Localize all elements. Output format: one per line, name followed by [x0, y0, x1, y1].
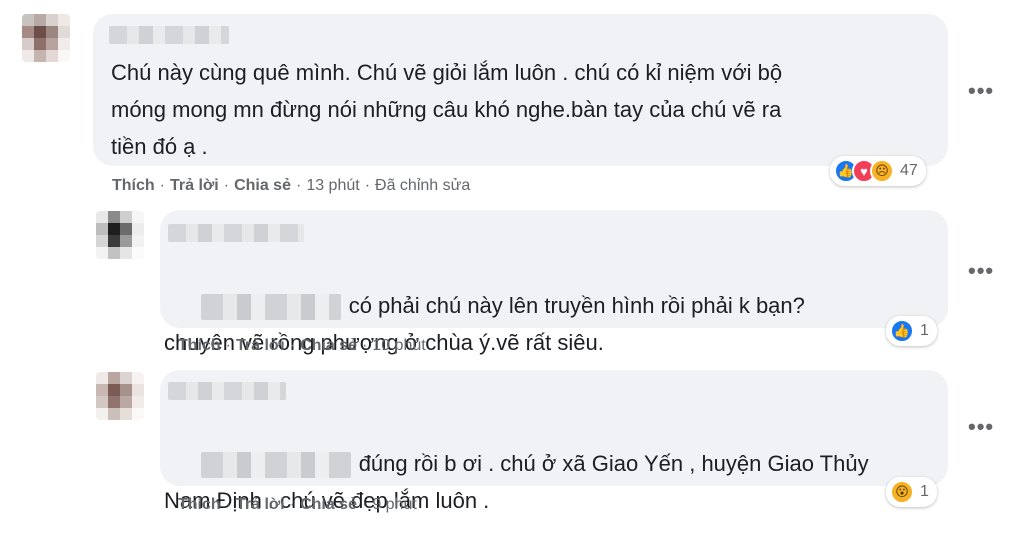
avatar[interactable]	[96, 211, 144, 259]
reaction-summary[interactable]: 👍 1	[886, 316, 937, 346]
wow-icon: 😮	[890, 480, 914, 504]
share-button[interactable]: Chia sẻ	[234, 177, 291, 194]
mention-tag[interactable]	[200, 294, 341, 321]
comment-actions: Thích · Trả lời · Chia sẻ · 13 phút · Đã chỉnh s…	[112, 177, 471, 194]
comment-text: đúng rồi b ơi . chú ở xã Giao Yến , huyệ…	[164, 408, 934, 556]
reply-button[interactable]: Trả lời	[236, 337, 285, 354]
like-button[interactable]: Thích	[112, 177, 155, 194]
like-button[interactable]: Thích	[178, 496, 221, 513]
more-options-icon[interactable]: •••	[968, 258, 994, 284]
comment-bubble: đúng rồi b ơi . chú ở xã Giao Yến , huyệ…	[160, 370, 948, 513]
avatar[interactable]	[22, 14, 70, 62]
author-name[interactable]	[168, 382, 286, 400]
share-button[interactable]: Chia sẻ	[300, 337, 357, 354]
reaction-count: 47	[900, 162, 918, 179]
more-options-icon[interactable]: •••	[968, 414, 994, 440]
comment-bubble: Chú này cùng quê mình. Chú vẽ giỏi lắm l…	[93, 14, 948, 166]
like-icon: 👍	[890, 319, 914, 343]
reaction-summary[interactable]: 👍 ♥ ☹ 47	[830, 156, 926, 186]
comment-actions: Thích · Trả lời · Chia sẻ · 9 phút	[178, 496, 417, 513]
comment-text: Chú này cùng quê mình. Chú vẽ giỏi lắm l…	[111, 60, 783, 159]
comment-actions: Thích · Trả lời · Chia sẻ · 10 phút	[178, 337, 426, 354]
reaction-summary[interactable]: 😮 1	[886, 477, 937, 507]
mention-tag[interactable]	[200, 452, 351, 479]
share-button[interactable]: Chia sẻ	[300, 496, 357, 513]
reply-button[interactable]: Trả lời	[170, 177, 219, 194]
timestamp[interactable]: 10 phút	[372, 337, 425, 354]
reply-button[interactable]: Trả lời	[236, 496, 285, 513]
sad-icon: ☹	[870, 159, 894, 183]
reaction-count: 1	[920, 483, 929, 500]
timestamp[interactable]: 9 phút	[372, 496, 416, 513]
author-name[interactable]	[168, 224, 304, 242]
timestamp[interactable]: 13 phút	[306, 177, 359, 194]
reaction-count: 1	[920, 322, 929, 339]
more-options-icon[interactable]: •••	[968, 78, 994, 104]
avatar[interactable]	[96, 372, 144, 420]
comment-bubble: có phải chú này lên truyền hình rồi phải…	[160, 210, 948, 355]
like-button[interactable]: Thích	[178, 337, 221, 354]
edited-label: Đã chỉnh sửa	[375, 177, 471, 194]
author-name[interactable]	[109, 26, 229, 44]
